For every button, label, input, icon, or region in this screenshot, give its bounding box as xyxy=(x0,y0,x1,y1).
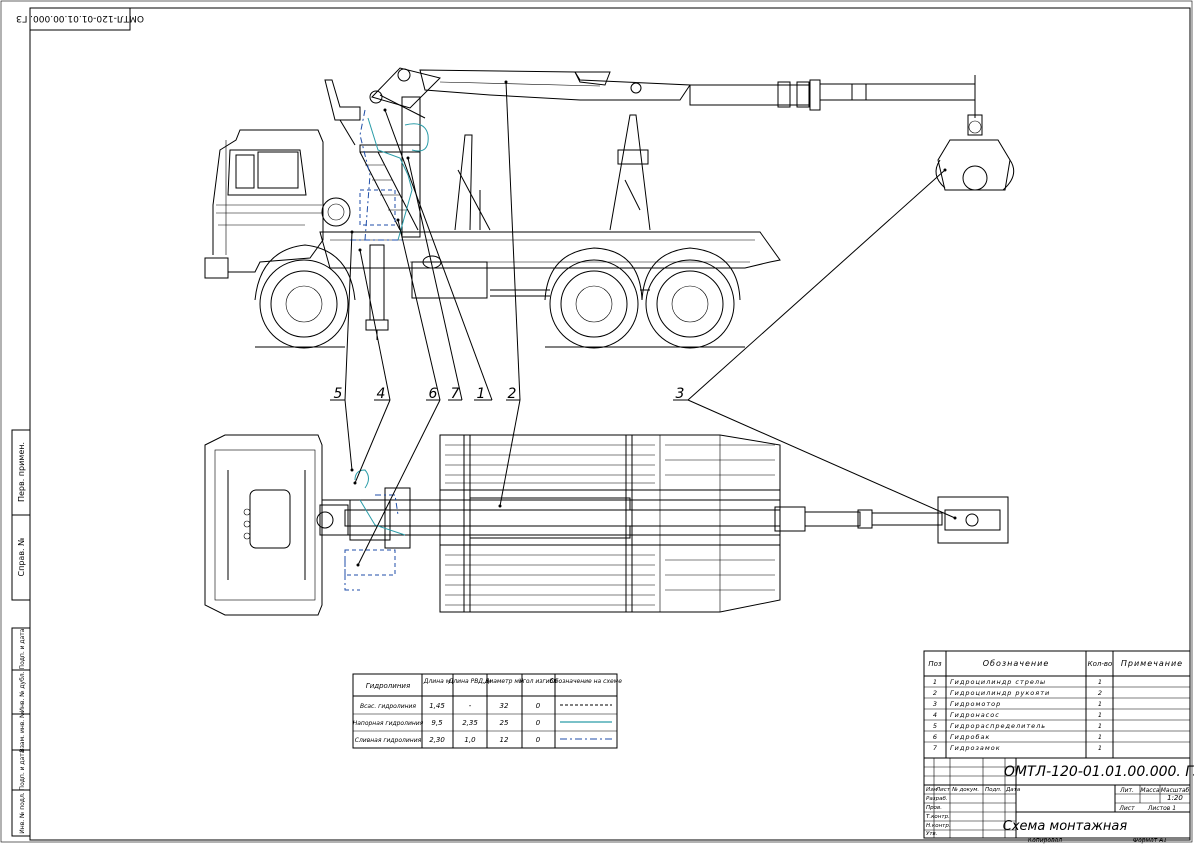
spec-row-qty: 2 xyxy=(1098,689,1102,697)
tb-lit: Лит. xyxy=(1119,787,1134,794)
hydro-row-0-len: 1,45 xyxy=(429,702,445,710)
tb-row-nkontr: Н.контр. xyxy=(926,823,951,829)
spec-header-name: Обозначение xyxy=(983,659,1050,668)
hydro-row-2-rvd: 1,0 xyxy=(464,736,476,744)
leader-label-2: 2 xyxy=(508,386,517,402)
truck-side-view xyxy=(204,67,1015,349)
spec-row-name: Гидрозамок xyxy=(950,744,1001,752)
spec-row-qty: 1 xyxy=(1098,678,1102,686)
sheet-outer-border xyxy=(0,0,1193,843)
tb-listov: Листов 1 xyxy=(1147,805,1176,812)
hydro-row-0-rvd: - xyxy=(469,702,472,710)
tb-masshtab: Масштаб xyxy=(1161,787,1190,794)
hydro-row-0-angle: 0 xyxy=(536,702,541,710)
spec-header-pos: Поз xyxy=(928,660,942,668)
hydro-row-2-angle: 0 xyxy=(536,736,541,744)
hydro-header-line: Гидролиния xyxy=(366,682,410,690)
hydro-row-1-angle: 0 xyxy=(536,719,541,727)
tb-name: Схема монтажная xyxy=(1003,819,1128,834)
spec-row-qty: 1 xyxy=(1098,744,1102,752)
title-block: Изм Лист № докум. Подп. Дата Разраб. Про… xyxy=(923,757,1194,844)
assembly-drawing: ОМТЛ-120-01.01.00.000. ГЗ Перв. примен. … xyxy=(0,0,1194,844)
hydro-row-0-name: Всас. гидролиния xyxy=(360,703,416,710)
spec-row-name: Гидробак xyxy=(950,733,990,741)
hydro-row-2-name: Сливная гидролиния xyxy=(355,737,422,744)
hydro-header-notation: Обозначение на схеме xyxy=(550,678,622,685)
tb-list: Лист xyxy=(1118,805,1135,812)
tb-row-tkontr: Т.контр. xyxy=(926,814,950,820)
spec-row-name: Гидроцилиндр стрелы xyxy=(950,678,1046,686)
leader-label-7: 7 xyxy=(451,386,460,402)
leader-label-4: 4 xyxy=(377,386,386,402)
tb-massa: Масса xyxy=(1140,787,1159,794)
tb-code: ОМТЛ-120-01.01.00.000. ГЗ xyxy=(1004,764,1194,780)
leader-label-5: 5 xyxy=(334,386,343,402)
truck-top-view xyxy=(204,434,1009,616)
side-strip-inv-dubl: Инв. № дубл. xyxy=(19,671,26,712)
side-strip-perv-primen: Перв. примен. xyxy=(17,442,26,502)
hydro-table: Гидролиния Длина м Длина РВД, м Диаметр … xyxy=(352,673,622,749)
spec-header-note: Примечание xyxy=(1121,659,1183,668)
tb-format: Формат А1 xyxy=(1133,837,1167,844)
tb-row-prov: Пров. xyxy=(926,805,942,811)
spec-table: Поз Обозначение Кол-во Примечание 1 Гидро… xyxy=(923,650,1191,759)
tb-kopiroval: Копировал xyxy=(1028,837,1062,844)
hydro-row-2-len: 2,30 xyxy=(429,736,445,744)
hydro-header-length: Длина м xyxy=(423,678,451,685)
hydro-header-diameter: Диаметр мм xyxy=(484,678,524,685)
spec-row-qty: 1 xyxy=(1098,722,1102,730)
tb-col-list: Лист xyxy=(935,787,951,793)
hydro-row-1-name: Напорная гидролиния xyxy=(353,720,424,727)
leader-lines: 5 4 6 7 1 2 3 xyxy=(330,80,957,567)
leader-label-3: 3 xyxy=(676,386,685,402)
hydro-row-0-dia: 32 xyxy=(500,702,509,710)
spec-row-pos: 1 xyxy=(933,678,937,686)
side-strip: Перв. примен. Справ. № Подп. и дата Инв.… xyxy=(11,429,31,837)
spec-row-pos: 4 xyxy=(933,711,937,719)
side-strip-inv-podl: Инв. № подл. xyxy=(19,792,26,833)
spec-row-name: Гидрораспределитель xyxy=(950,722,1046,730)
leader-label-1: 1 xyxy=(477,386,486,402)
hydro-row-2-dia: 12 xyxy=(500,736,509,744)
spec-row-pos: 3 xyxy=(933,700,937,708)
hydro-row-1-dia: 25 xyxy=(500,719,509,727)
spec-row-qty: 1 xyxy=(1098,700,1102,708)
spec-row-name: Гидромотор xyxy=(950,700,1001,708)
sheet-frame xyxy=(29,7,1191,841)
tb-row-utv: Утв. xyxy=(926,831,938,837)
side-strip-sprav-no: Справ. № xyxy=(17,537,26,577)
tb-col-data: Дата xyxy=(1005,787,1021,793)
spec-row-pos: 5 xyxy=(933,722,937,730)
side-strip-vzam-inv: Взам. инв. № xyxy=(19,712,26,753)
spec-row-name: Гидронасос xyxy=(950,711,1000,719)
hydro-row-1-len: 9,5 xyxy=(431,719,443,727)
side-strip-podp-data-2: Подп. и дата xyxy=(19,749,26,790)
tb-col-podp: Подп. xyxy=(985,787,1002,793)
side-strip-podp-data-1: Подп. и дата xyxy=(19,628,26,669)
spec-row-name: Гидроцилиндр рукояти xyxy=(950,689,1050,697)
spec-row-pos: 2 xyxy=(933,689,937,697)
leader-label-6: 6 xyxy=(429,386,438,402)
spec-header-qty: Кол-во xyxy=(1088,660,1113,668)
spec-row-pos: 7 xyxy=(933,744,938,752)
corner-stamp-text: ОМТЛ-120-01.01.00.000. ГЗ xyxy=(16,13,144,23)
spec-row-qty: 1 xyxy=(1098,733,1102,741)
hydro-row-1-rvd: 2,35 xyxy=(462,719,478,727)
spec-row-pos: 6 xyxy=(933,733,937,741)
tb-col-dokum: № докум. xyxy=(951,787,979,793)
tb-row-razrab: Разраб. xyxy=(926,796,948,802)
spec-row-qty: 1 xyxy=(1098,711,1102,719)
tb-scale: 1:20 xyxy=(1167,794,1183,802)
